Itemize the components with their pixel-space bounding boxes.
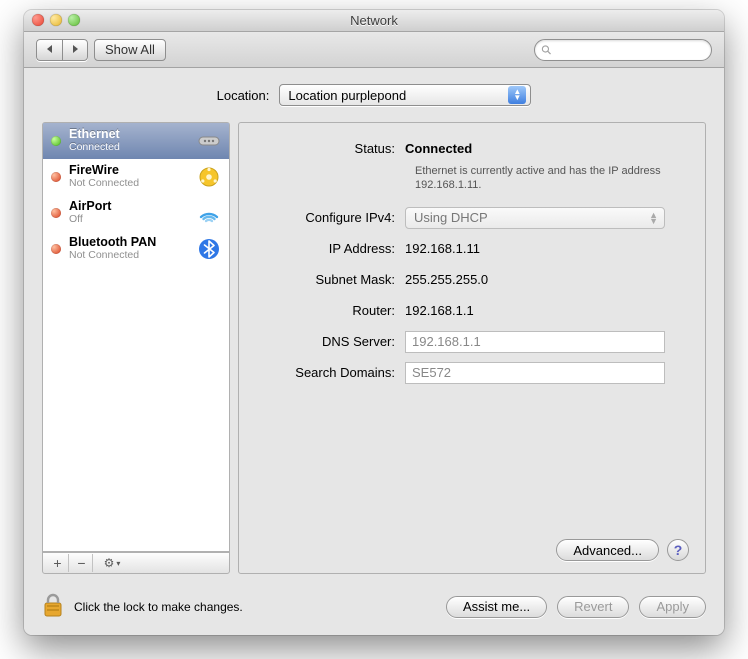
status-description: Ethernet is currently active and has the… [257, 164, 677, 193]
ethernet-icon [197, 129, 221, 153]
chevron-down-icon: ▾ [116, 559, 120, 568]
interface-detail: Status: Connected Ethernet is currently … [238, 122, 706, 574]
ip-address-label: IP Address: [257, 241, 405, 256]
popup-arrows-icon: ▲▼ [508, 86, 526, 104]
interface-sub: Not Connected [69, 250, 189, 262]
firewire-icon [197, 165, 221, 189]
gear-icon: ⚙ [104, 556, 115, 570]
window-controls [32, 14, 80, 26]
status-dot-red-icon [51, 208, 61, 218]
interface-sub: Off [69, 214, 189, 226]
subnet-mask-value: 255.255.255.0 [405, 272, 687, 287]
search-field[interactable] [534, 39, 712, 61]
status-dot-red-icon [51, 172, 61, 182]
search-icon [541, 44, 552, 56]
location-selected: Location purplepond [288, 88, 508, 103]
interface-sub: Connected [69, 142, 189, 154]
lock-icon[interactable] [42, 592, 64, 621]
router-label: Router: [257, 303, 405, 318]
location-row: Location: Location purplepond ▲▼ [24, 68, 724, 122]
dns-server-label: DNS Server: [257, 334, 405, 349]
interface-name: Bluetooth PAN [69, 236, 189, 250]
configure-ipv4-value: Using DHCP [414, 210, 649, 225]
back-arrow-icon [45, 44, 55, 54]
forward-button[interactable] [62, 39, 88, 61]
zoom-window-button[interactable] [68, 14, 80, 26]
minimize-window-button[interactable] [50, 14, 62, 26]
status-label: Status: [257, 141, 405, 156]
router-value: 192.168.1.1 [405, 303, 687, 318]
search-domains-label: Search Domains: [257, 365, 405, 380]
sidebar-item-firewire[interactable]: FireWire Not Connected [43, 159, 229, 195]
configure-ipv4-label: Configure IPv4: [257, 210, 405, 225]
forward-arrow-icon [70, 44, 80, 54]
preferences-window: Network Show All Location: Location purp… [24, 10, 724, 635]
search-input[interactable] [556, 43, 705, 57]
bottom-bar: Click the lock to make changes. Assist m… [24, 582, 724, 635]
window-title: Network [350, 13, 398, 28]
content-pane: Location: Location purplepond ▲▼ Etherne… [24, 68, 724, 635]
bluetooth-icon [197, 237, 221, 261]
sidebar-item-airport[interactable]: AirPort Off [43, 195, 229, 231]
assist-me-button[interactable]: Assist me... [446, 596, 547, 618]
interface-name: AirPort [69, 200, 189, 214]
status-dot-green-icon [51, 136, 61, 146]
interface-name: FireWire [69, 164, 189, 178]
dns-server-field[interactable]: 192.168.1.1 [405, 331, 665, 353]
remove-interface-button[interactable]: − [71, 554, 93, 572]
close-window-button[interactable] [32, 14, 44, 26]
location-label: Location: [217, 88, 270, 103]
show-all-button[interactable]: Show All [94, 39, 166, 61]
titlebar: Network [24, 10, 724, 32]
action-menu-button[interactable]: ⚙▾ [95, 554, 129, 572]
nav-back-forward [36, 39, 88, 61]
back-button[interactable] [36, 39, 62, 61]
search-domains-field[interactable]: SE572 [405, 362, 665, 384]
interface-sub: Not Connected [69, 178, 189, 190]
lock-text: Click the lock to make changes. [74, 600, 243, 614]
subnet-mask-label: Subnet Mask: [257, 272, 405, 287]
configure-ipv4-popup[interactable]: Using DHCP ▲▼ [405, 207, 665, 229]
toolbar: Show All [24, 32, 724, 68]
location-popup[interactable]: Location purplepond ▲▼ [279, 84, 531, 106]
main-columns: Ethernet Connected FireWire Not Connecte… [24, 122, 724, 582]
ip-address-value: 192.168.1.11 [405, 241, 687, 256]
apply-button[interactable]: Apply [639, 596, 706, 618]
revert-button[interactable]: Revert [557, 596, 629, 618]
detail-footer: Advanced... ? [556, 539, 689, 561]
interface-list: Ethernet Connected FireWire Not Connecte… [42, 122, 230, 552]
sidebar-container: Ethernet Connected FireWire Not Connecte… [42, 122, 230, 574]
popup-chevron-icon: ▲▼ [649, 212, 658, 224]
status-value: Connected [405, 141, 687, 156]
sidebar-item-bluetooth-pan[interactable]: Bluetooth PAN Not Connected [43, 231, 229, 267]
interface-name: Ethernet [69, 128, 189, 142]
add-interface-button[interactable]: + [47, 554, 69, 572]
status-dot-red-icon [51, 244, 61, 254]
help-button[interactable]: ? [667, 539, 689, 561]
sidebar-item-ethernet[interactable]: Ethernet Connected [43, 123, 229, 159]
advanced-button[interactable]: Advanced... [556, 539, 659, 561]
airport-icon [197, 201, 221, 225]
sidebar-footer: + − ⚙▾ [42, 552, 230, 574]
